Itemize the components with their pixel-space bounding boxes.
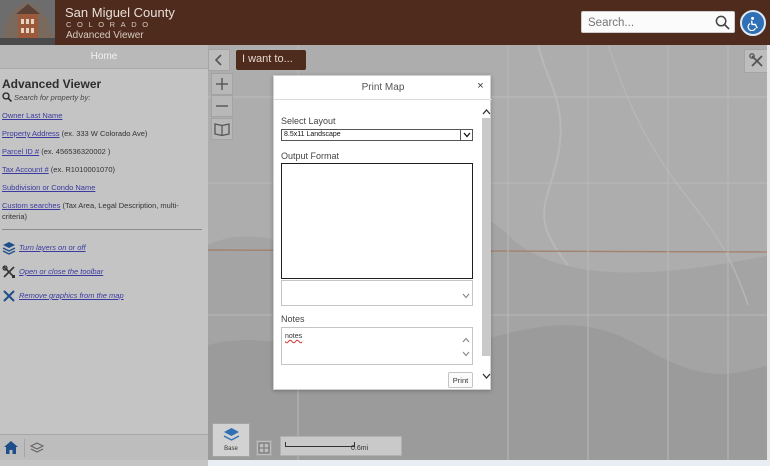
tab-home[interactable]: Home <box>0 45 208 69</box>
book-icon <box>214 123 230 137</box>
toolbar-link[interactable]: Open or close the toolbar <box>19 267 103 276</box>
chevron-up-icon <box>462 337 470 343</box>
custom-searches-link[interactable]: Custom searches <box>2 201 60 210</box>
zoom-out-button[interactable] <box>211 95 233 117</box>
app-header: San Miguel County COLORADO Advanced View… <box>0 0 770 45</box>
scroll-up-icon[interactable] <box>482 108 491 116</box>
bottom-strip <box>208 460 770 466</box>
collapse-panel-button[interactable] <box>208 49 230 71</box>
basemap-icon <box>223 428 240 441</box>
state-subtitle: COLORADO <box>66 20 154 29</box>
search-property-address: Property Address (ex. 333 W Colorado Ave… <box>2 129 147 138</box>
search-owner-name: Owner Last Name <box>2 111 62 120</box>
search-subdivision: Subdivision or Condo Name <box>2 183 95 192</box>
property-address-example: (ex. 333 W Colorado Ave) <box>61 129 148 138</box>
minus-icon <box>216 105 228 107</box>
chevron-down-icon <box>463 132 471 138</box>
close-x-icon <box>3 290 15 302</box>
parcel-id-example: (ex. 456536320002 ) <box>41 147 111 156</box>
notes-value: notes <box>285 333 303 340</box>
basemap-label: Base <box>224 446 238 452</box>
scrollbar-thumb[interactable] <box>482 118 491 356</box>
close-icon[interactable]: × <box>474 80 487 93</box>
print-button-label: Print <box>452 376 469 385</box>
overview-map-button[interactable] <box>256 440 272 456</box>
layout-select[interactable]: 8.5x11 Landscape <box>281 129 473 141</box>
notes-label: Notes <box>281 314 305 324</box>
i-want-to-button[interactable]: I want to... <box>236 50 306 70</box>
scale-label: 0.6mi <box>351 445 369 452</box>
scale-bar: 0.6mi <box>280 436 402 456</box>
subdivision-link[interactable]: Subdivision or Condo Name <box>2 183 95 192</box>
bookmarks-button[interactable] <box>211 118 233 140</box>
home-tab-label: Home <box>90 51 118 62</box>
footer-separator <box>24 439 25 457</box>
panel-divider <box>2 229 202 230</box>
i-want-to-label: I want to... <box>242 53 293 65</box>
basemap-button[interactable]: Base <box>212 423 250 457</box>
search-input[interactable] <box>588 14 708 31</box>
search-icon[interactable] <box>715 15 730 30</box>
print-map-dialog: Print Map × Select Layout 8.5x11 Landsca… <box>273 75 492 390</box>
output-format-extra-field[interactable] <box>281 280 473 306</box>
layers-icon <box>2 242 16 255</box>
owner-name-link[interactable]: Owner Last Name <box>2 111 62 120</box>
accessibility-icon <box>747 16 758 31</box>
home-icon[interactable] <box>4 441 18 454</box>
parcel-id-link[interactable]: Parcel ID # <box>2 147 39 156</box>
left-panel: Home Advanced Viewer Search for property… <box>0 45 208 466</box>
tax-account-link[interactable]: Tax Account # <box>2 165 49 174</box>
app-name: Advanced Viewer <box>66 30 144 41</box>
dropdown-arrow[interactable] <box>460 130 472 140</box>
scroll-down-icon[interactable] <box>482 372 491 380</box>
output-format-label: Output Format <box>281 151 340 161</box>
dialog-divider <box>274 99 492 100</box>
clear-graphics-link[interactable]: Remove graphics from the map <box>19 291 124 300</box>
property-address-link[interactable]: Property Address <box>2 129 60 138</box>
tools-icon <box>749 53 763 67</box>
panel-title: Advanced Viewer <box>2 77 102 91</box>
select-layout-label: Select Layout <box>281 116 336 126</box>
chevron-down-icon <box>462 351 470 357</box>
wrench-tools-icon <box>2 265 15 278</box>
search-tax-account: Tax Account # (ex. R1010001070) <box>2 165 115 174</box>
layout-value: 8.5x11 Landscape <box>284 131 341 138</box>
search-hint-text: Search for property by: <box>14 93 91 102</box>
layers-link[interactable]: Turn layers on or off <box>19 243 86 252</box>
zoom-in-button[interactable] <box>211 73 233 95</box>
chevron-down-icon <box>462 293 470 299</box>
scale-bar-line <box>285 442 355 447</box>
county-title: San Miguel County <box>65 5 175 20</box>
chevron-left-icon <box>214 54 222 66</box>
layers-footer-icon[interactable] <box>30 442 44 454</box>
print-button[interactable]: Print <box>448 372 473 388</box>
search-parcel-id: Parcel ID # (ex. 456536320002 ) <box>2 147 110 156</box>
panel-footer <box>0 434 208 460</box>
output-format-list[interactable] <box>281 163 473 279</box>
notes-textarea[interactable]: notes <box>281 327 473 365</box>
magnifier-icon <box>2 92 12 102</box>
plus-icon <box>216 78 228 90</box>
dialog-title: Print Map <box>361 82 405 93</box>
search-custom: Custom searches (Tax Area, Legal Descrip… <box>2 200 197 222</box>
dialog-scrollbar[interactable] <box>482 106 491 390</box>
accessibility-button[interactable] <box>740 10 766 36</box>
tax-account-example: (ex. R1010001070) <box>50 165 116 174</box>
grid-map-icon <box>258 442 270 454</box>
county-logo <box>0 0 55 45</box>
global-search[interactable] <box>581 11 735 33</box>
